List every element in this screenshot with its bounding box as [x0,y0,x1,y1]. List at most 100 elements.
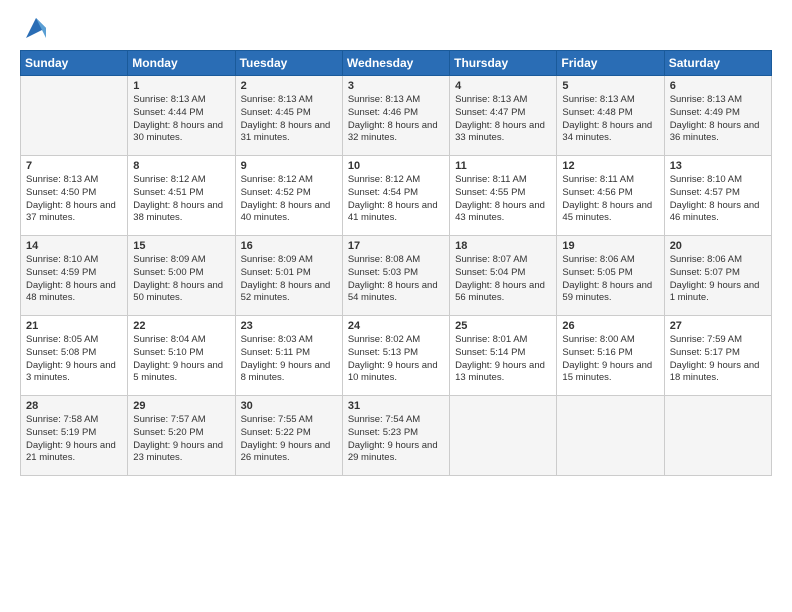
day-number: 31 [348,400,444,412]
cell-info: Sunrise: 8:09 AMSunset: 5:01 PMDaylight:… [241,254,337,305]
calendar-cell: 31Sunrise: 7:54 AMSunset: 5:23 PMDayligh… [342,396,449,476]
cell-info: Sunrise: 8:07 AMSunset: 5:04 PMDaylight:… [455,254,551,305]
day-number: 1 [133,80,229,92]
cell-info: Sunrise: 8:13 AMSunset: 4:49 PMDaylight:… [670,94,766,145]
calendar-cell: 19 Sunrise: 8:06 AMSunset: 5:05 PMDayligh… [557,236,664,316]
calendar-cell: 21Sunrise: 8:05 AMSunset: 5:08 PMDayligh… [21,316,128,396]
calendar-cell: 1Sunrise: 8:13 AMSunset: 4:44 PMDaylight… [128,76,235,156]
day-number: 20 [670,240,766,252]
cell-info: Sunrise: 8:12 AMSunset: 4:54 PMDaylight:… [348,174,444,225]
day-number: 25 [455,320,551,332]
day-number: 17 [348,240,444,252]
cell-info: Sunrise: 8:10 AMSunset: 4:59 PMDaylight:… [26,254,122,305]
calendar-cell: 11Sunrise: 8:11 AMSunset: 4:55 PMDayligh… [450,156,557,236]
day-number: 22 [133,320,229,332]
calendar-cell: 20 Sunrise: 8:06 AMSunset: 5:07 PMDayligh… [664,236,771,316]
day-number: 4 [455,80,551,92]
cell-info: Sunrise: 8:13 AMSunset: 4:45 PMDaylight:… [241,94,337,145]
calendar-cell: 3Sunrise: 8:13 AMSunset: 4:46 PMDaylight… [342,76,449,156]
cell-info: Sunrise: 8:08 AMSunset: 5:03 PMDaylight:… [348,254,444,305]
day-number: 18 [455,240,551,252]
cell-info: Sunrise: 7:58 AMSunset: 5:19 PMDaylight:… [26,414,122,465]
cell-info: Sunrise: 8:00 AMSunset: 5:16 PMDaylight:… [562,334,658,385]
calendar-page: SundayMondayTuesdayWednesdayThursdayFrid… [0,0,792,486]
cell-info: Sunrise: 8:12 AMSunset: 4:51 PMDaylight:… [133,174,229,225]
calendar-cell [557,396,664,476]
calendar-cell: 22 Sunrise: 8:04 AMSunset: 5:10 PMDayligh… [128,316,235,396]
calendar-cell: 2Sunrise: 8:13 AMSunset: 4:45 PMDaylight… [235,76,342,156]
cell-info: Sunrise: 7:57 AMSunset: 5:20 PMDaylight:… [133,414,229,465]
day-number: 5 [562,80,658,92]
weekday-header-tuesday: Tuesday [235,51,342,76]
calendar-cell: 28 Sunrise: 7:58 AMSunset: 5:19 PMDayligh… [21,396,128,476]
day-number: 26 [562,320,658,332]
header [20,18,772,42]
day-number: 24 [348,320,444,332]
calendar-cell [664,396,771,476]
weekday-header-row: SundayMondayTuesdayWednesdayThursdayFrid… [21,51,772,76]
day-number: 23 [241,320,337,332]
weekday-header-friday: Friday [557,51,664,76]
calendar-cell: 7 Sunrise: 8:13 AMSunset: 4:50 PMDaylight… [21,156,128,236]
calendar-cell [21,76,128,156]
calendar-week-row: 21Sunrise: 8:05 AMSunset: 5:08 PMDayligh… [21,316,772,396]
calendar-cell [450,396,557,476]
calendar-week-row: 1Sunrise: 8:13 AMSunset: 4:44 PMDaylight… [21,76,772,156]
day-number: 8 [133,160,229,172]
cell-info: Sunrise: 8:12 AMSunset: 4:52 PMDaylight:… [241,174,337,225]
day-number: 3 [348,80,444,92]
calendar-cell: 6 Sunrise: 8:13 AMSunset: 4:49 PMDaylight… [664,76,771,156]
cell-info: Sunrise: 8:05 AMSunset: 5:08 PMDaylight:… [26,334,122,385]
calendar-week-row: 28 Sunrise: 7:58 AMSunset: 5:19 PMDayligh… [21,396,772,476]
day-number: 15 [133,240,229,252]
calendar-cell: 16 Sunrise: 8:09 AMSunset: 5:01 PMDayligh… [235,236,342,316]
weekday-header-wednesday: Wednesday [342,51,449,76]
calendar-cell: 15 Sunrise: 8:09 AMSunset: 5:00 PMDayligh… [128,236,235,316]
calendar-week-row: 14 Sunrise: 8:10 AMSunset: 4:59 PMDayligh… [21,236,772,316]
calendar-cell: 17 Sunrise: 8:08 AMSunset: 5:03 PMDayligh… [342,236,449,316]
cell-info: Sunrise: 8:02 AMSunset: 5:13 PMDaylight:… [348,334,444,385]
cell-info: Sunrise: 8:10 AMSunset: 4:57 PMDaylight:… [670,174,766,225]
calendar-cell: 25 Sunrise: 8:01 AMSunset: 5:14 PMDayligh… [450,316,557,396]
day-number: 19 [562,240,658,252]
cell-info: Sunrise: 8:06 AMSunset: 5:07 PMDaylight:… [670,254,766,305]
calendar-cell: 13 Sunrise: 8:10 AMSunset: 4:57 PMDayligh… [664,156,771,236]
day-number: 28 [26,400,122,412]
day-number: 6 [670,80,766,92]
cell-info: Sunrise: 8:11 AMSunset: 4:55 PMDaylight:… [455,174,551,225]
calendar-cell: 18 Sunrise: 8:07 AMSunset: 5:04 PMDayligh… [450,236,557,316]
logo-icon [22,14,50,42]
weekday-header-saturday: Saturday [664,51,771,76]
day-number: 30 [241,400,337,412]
cell-info: Sunrise: 7:59 AMSunset: 5:17 PMDaylight:… [670,334,766,385]
weekday-header-sunday: Sunday [21,51,128,76]
calendar-cell: 9 Sunrise: 8:12 AMSunset: 4:52 PMDaylight… [235,156,342,236]
cell-info: Sunrise: 8:03 AMSunset: 5:11 PMDaylight:… [241,334,337,385]
day-number: 16 [241,240,337,252]
cell-info: Sunrise: 8:11 AMSunset: 4:56 PMDaylight:… [562,174,658,225]
calendar-cell: 27 Sunrise: 7:59 AMSunset: 5:17 PMDayligh… [664,316,771,396]
cell-info: Sunrise: 8:09 AMSunset: 5:00 PMDaylight:… [133,254,229,305]
cell-info: Sunrise: 8:04 AMSunset: 5:10 PMDaylight:… [133,334,229,385]
logo [20,18,50,42]
day-number: 13 [670,160,766,172]
calendar-cell: 4Sunrise: 8:13 AMSunset: 4:47 PMDaylight… [450,76,557,156]
calendar-cell: 26 Sunrise: 8:00 AMSunset: 5:16 PMDayligh… [557,316,664,396]
calendar-cell: 24 Sunrise: 8:02 AMSunset: 5:13 PMDayligh… [342,316,449,396]
cell-info: Sunrise: 8:13 AMSunset: 4:48 PMDaylight:… [562,94,658,145]
day-number: 10 [348,160,444,172]
day-number: 7 [26,160,122,172]
calendar-cell: 29 Sunrise: 7:57 AMSunset: 5:20 PMDayligh… [128,396,235,476]
calendar-cell: 30Sunrise: 7:55 AMSunset: 5:22 PMDayligh… [235,396,342,476]
calendar-cell: 23 Sunrise: 8:03 AMSunset: 5:11 PMDayligh… [235,316,342,396]
cell-info: Sunrise: 8:01 AMSunset: 5:14 PMDaylight:… [455,334,551,385]
calendar-table: SundayMondayTuesdayWednesdayThursdayFrid… [20,50,772,476]
cell-info: Sunrise: 8:06 AMSunset: 5:05 PMDaylight:… [562,254,658,305]
weekday-header-thursday: Thursday [450,51,557,76]
day-number: 27 [670,320,766,332]
day-number: 29 [133,400,229,412]
day-number: 9 [241,160,337,172]
cell-info: Sunrise: 8:13 AMSunset: 4:50 PMDaylight:… [26,174,122,225]
calendar-cell: 14 Sunrise: 8:10 AMSunset: 4:59 PMDayligh… [21,236,128,316]
day-number: 14 [26,240,122,252]
